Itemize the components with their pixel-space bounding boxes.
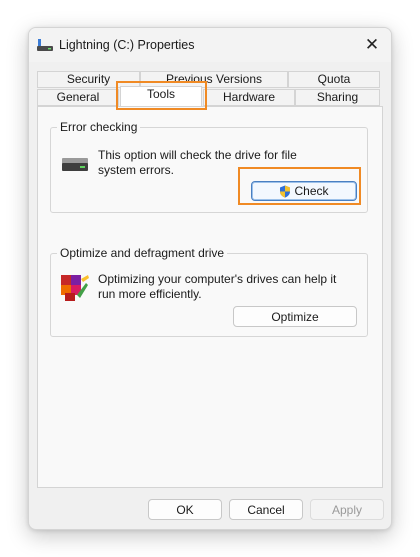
check-button-label: Check [294,184,329,198]
hard-drive-icon [62,158,88,171]
ok-button[interactable]: OK [148,499,222,520]
optimize-button[interactable]: Optimize [233,306,357,327]
uac-shield-icon [280,185,291,198]
tab-hardware[interactable]: Hardware [203,89,295,106]
drive-title-icon [37,39,53,51]
error-checking-description: This option will check the drive for fil… [98,148,297,177]
title-bar: Lightning (C:) Properties ✕ [29,28,391,62]
window-title: Lightning (C:) Properties [59,38,195,52]
tab-tools[interactable]: Tools [120,86,202,106]
optimize-label: Optimize and defragment drive [57,246,228,260]
close-button[interactable]: ✕ [353,28,391,62]
check-button[interactable]: Check [251,181,357,201]
optimize-group: Optimize and defragment drive Optimizing… [50,246,368,337]
error-checking-group: Error checking This option will check th… [50,120,368,213]
tab-general[interactable]: General [37,89,119,106]
tab-sharing[interactable]: Sharing [295,89,380,106]
optimize-description: Optimizing your computer's drives can he… [98,272,337,301]
tab-quota[interactable]: Quota [288,71,380,88]
error-checking-label: Error checking [57,120,141,134]
properties-dialog: Lightning (C:) Properties ✕ Security Pre… [28,27,392,530]
tools-panel: Error checking This option will check th… [37,106,383,488]
apply-button[interactable]: Apply [310,499,384,520]
cancel-button[interactable]: Cancel [229,499,303,520]
defrag-icon [61,275,89,301]
